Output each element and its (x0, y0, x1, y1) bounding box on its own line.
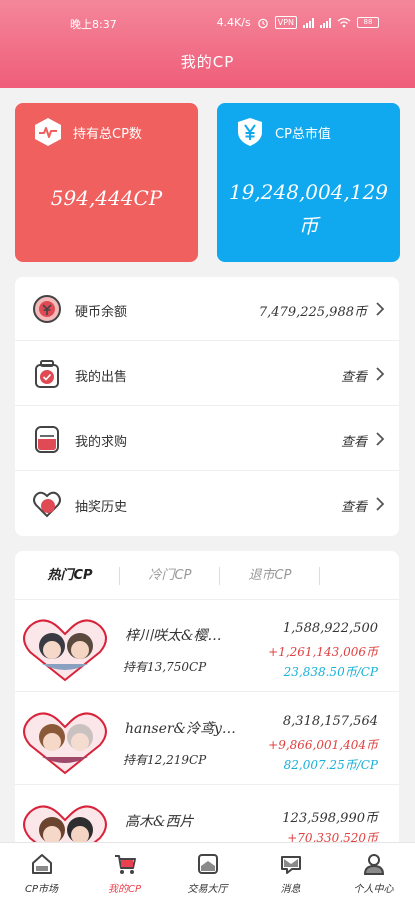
chevron-right-icon (376, 302, 385, 316)
cp-change: +1,261,143,006币 (268, 645, 378, 659)
coin-icon (33, 295, 61, 323)
cp-name: 高木&西片 (125, 814, 194, 830)
nav-messages[interactable]: 消息 (249, 843, 332, 900)
menu-label: 我的出售 (75, 370, 128, 385)
menu-lottery-history[interactable]: 抽奖历史 查看 (15, 472, 399, 536)
cp-avatar (23, 712, 107, 775)
cp-name: hanser&泠鸢y… (125, 721, 236, 737)
cp-unit-price: 23,838.50币/CP (283, 665, 378, 679)
cp-holding: 持有12,219CP (123, 753, 207, 767)
chevron-right-icon (376, 432, 385, 446)
cp-avatar (23, 619, 107, 682)
status-bar: 晚上8:37 4.4K/s VPN 88 (0, 14, 415, 34)
market-value-card[interactable]: CP总市值 19,248,004,129币 (217, 103, 400, 262)
house-icon (32, 854, 52, 874)
bottom-nav: CP市场 我的CP 交易大厅 消息 个人中心 (0, 842, 415, 900)
battery-icon: 88 (357, 17, 379, 28)
cp-unit-price: 82,007.25币/CP (283, 758, 378, 772)
nav-label: 我的CP (107, 884, 141, 895)
cp-holding: 持有13,750CP (123, 660, 207, 674)
cp-total-value: 1,588,922,500 (282, 621, 378, 636)
yen-shield-icon (238, 118, 262, 146)
tab-cold-cp[interactable]: 冷门CP (120, 559, 220, 593)
status-time: 晚上8:37 (70, 18, 117, 31)
user-icon (363, 854, 385, 875)
status-icons: 4.4K/s VPN 88 (217, 16, 379, 29)
cart-icon (115, 855, 136, 874)
coin-balance-value: 7,479,225,988币 (258, 305, 367, 320)
tab-hot-cp[interactable]: 热门CP (20, 559, 120, 593)
nav-label: 个人中心 (353, 884, 394, 895)
nav-my-cp[interactable]: 我的CP (83, 843, 166, 900)
heart-history-icon (33, 491, 61, 518)
nav-profile[interactable]: 个人中心 (332, 843, 415, 900)
chevron-right-icon (376, 497, 385, 511)
signal-icon-2 (320, 17, 331, 28)
exchange-icon (198, 854, 218, 874)
vpn-badge: VPN (274, 16, 297, 29)
menu-my-sales[interactable]: 我的出售 查看 (15, 342, 399, 406)
cp-total-value: 8,318,157,564 (282, 714, 378, 729)
tab-delisted-cp[interactable]: 退市CP (220, 559, 320, 593)
total-cp-value: 594,444CP (50, 186, 163, 210)
view-link[interactable]: 查看 (341, 496, 367, 515)
total-cp-label: 持有总CP数 (73, 127, 142, 142)
buy-jar-icon (35, 426, 59, 453)
view-link[interactable]: 查看 (341, 431, 367, 450)
cp-name: 梓川咲太&樱… (125, 628, 222, 644)
market-value-label: CP总市值 (275, 127, 331, 142)
app-header: 晚上8:37 4.4K/s VPN 88 我的CP (0, 0, 415, 88)
cp-total-value: 123,598,990币 (282, 811, 378, 826)
total-cp-card[interactable]: 持有总CP数 594,444CP (15, 103, 198, 262)
tab-label: 热门CP (47, 568, 93, 583)
cp-list-item[interactable]: 梓川咲太&樱… 持有13,750CP 1,588,922,500 +1,261,… (15, 600, 399, 692)
nav-label: 交易大厅 (187, 884, 228, 895)
nav-label: CP市场 (24, 884, 58, 895)
cp-list-item[interactable]: hanser&泠鸢y… 持有12,219CP 8,318,157,564 +9,… (15, 693, 399, 785)
sell-jar-icon (35, 360, 59, 388)
account-menu: 硬币余额 7,479,225,988币 我的出售 查看 我的求购 查看 抽奖历史… (15, 277, 399, 536)
tab-label: 退市CP (248, 568, 292, 583)
menu-label: 我的求购 (75, 435, 128, 450)
menu-my-purchases[interactable]: 我的求购 查看 (15, 407, 399, 471)
menu-label: 硬币余额 (75, 305, 128, 320)
alarm-icon (257, 18, 268, 28)
cp-list-panel: 热门CP 冷门CP 退市CP 梓川咲太&樱… 持有13,750CP 1,588,… (15, 551, 399, 851)
menu-coin-balance[interactable]: 硬币余额 7,479,225,988币 (15, 277, 399, 341)
nav-label: 消息 (280, 884, 301, 895)
nav-trading-hall[interactable]: 交易大厅 (166, 843, 249, 900)
message-icon (281, 856, 301, 874)
market-value-value: 19,248,004,129币 (228, 180, 389, 238)
signal-icon (303, 17, 314, 28)
pulse-icon (35, 118, 61, 146)
page-title: 我的CP (180, 53, 235, 71)
nav-cp-market[interactable]: CP市场 (0, 843, 83, 900)
tab-label: 冷门CP (148, 568, 192, 583)
cp-change: +9,866,001,404币 (268, 738, 378, 752)
chevron-right-icon (376, 367, 385, 381)
cp-tabs: 热门CP 冷门CP 退市CP (15, 559, 399, 593)
view-link[interactable]: 查看 (341, 366, 367, 385)
network-speed: 4.4K/s (216, 16, 251, 29)
wifi-icon (337, 17, 351, 28)
menu-label: 抽奖历史 (75, 500, 128, 515)
